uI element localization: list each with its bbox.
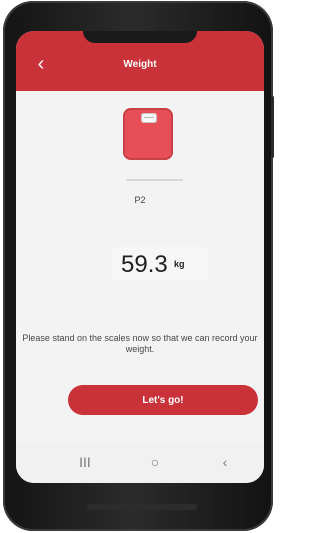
app-screen: ‹ Weight P2 59.3 kg Please stand on the … [16,31,264,483]
instruction-text: Please stand on the scales now so that w… [22,333,258,355]
page-title: Weight [123,59,157,70]
phone-frame: ‹ Weight P2 59.3 kg Please stand on the … [3,1,274,531]
speaker-grille [87,504,197,510]
weight-value: 59.3 [121,251,168,278]
profile-divider [126,179,183,181]
scale-display-icon [141,113,157,123]
system-back-icon[interactable]: ‹ [216,453,234,471]
recent-apps-icon[interactable]: III [76,453,94,471]
profile-label: P2 [134,195,146,205]
system-nav-bar: III ○ ‹ [16,443,264,483]
scale-icon [123,108,173,160]
home-icon[interactable]: ○ [146,453,164,471]
lets-go-button[interactable]: Let's go! [68,385,258,415]
weight-reading: 59.3 kg [112,247,208,280]
side-button [271,96,274,158]
device-notch [83,31,197,43]
weight-unit: kg [174,259,185,269]
